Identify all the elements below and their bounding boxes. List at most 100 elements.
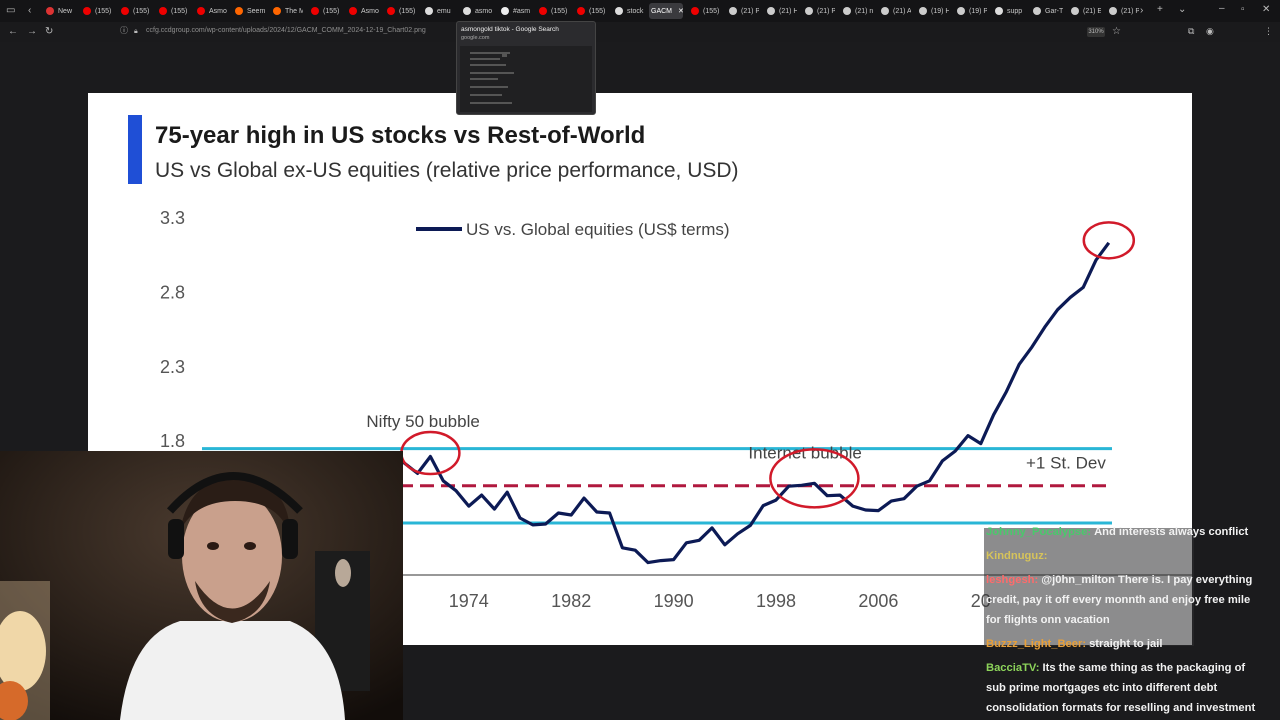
tab-11[interactable]: asmo (461, 3, 493, 19)
tooltip-domain: google.com (461, 35, 490, 41)
x-icon (1033, 7, 1041, 15)
tab-label: (21) P (817, 7, 835, 15)
reload-icon[interactable]: ↻ (45, 27, 53, 37)
tab-5[interactable]: Seem (233, 3, 265, 19)
tab-label: stock (627, 7, 644, 15)
chevron-down-icon[interactable]: ⌄ (1178, 5, 1186, 15)
tab-13[interactable]: (155) (537, 3, 569, 19)
tab-label: (155) (95, 7, 112, 15)
tab-19[interactable]: (21) H (765, 3, 797, 19)
webcam-feed (0, 451, 403, 720)
tooltip-title: asmongold tiktok - Google Search (461, 26, 559, 33)
profile-icon[interactable]: ◉ (1206, 27, 1214, 36)
chat-username[interactable]: BacciaTV: (986, 662, 1039, 674)
tab-18[interactable]: (21) P (727, 3, 759, 19)
x-icon (957, 7, 965, 15)
x-tick-label: 1974 (449, 591, 489, 611)
maximize-icon[interactable]: ▫ (1241, 5, 1245, 15)
tab-4[interactable]: Asmo (195, 3, 227, 19)
x-icon (881, 7, 889, 15)
legend-label: US vs. Global equities (US$ terms) (466, 220, 730, 239)
title-accent-bar (128, 115, 142, 184)
tab-hover-preview: asmongold tiktok - Google Search google.… (456, 21, 596, 115)
tiktok-icon (501, 7, 509, 15)
red-dot-icon (46, 7, 54, 15)
x-icon (843, 7, 851, 15)
tab-label: Gar-T (1045, 7, 1063, 15)
new-tab-icon[interactable]: + (1157, 5, 1163, 15)
tab-label: (155) (551, 7, 568, 15)
tab-label: (21) n (855, 7, 873, 15)
close-window-icon[interactable]: ✕ (1262, 5, 1270, 15)
bookmark-star-icon[interactable]: ☆ (1112, 27, 1121, 37)
tab-12[interactable]: #asm (499, 3, 531, 19)
chat-text: And interests always conflict (1094, 526, 1249, 538)
chat-overlay: Johnny_Pocalypse: And interests always co… (980, 526, 1280, 720)
minimize-icon[interactable]: – (1219, 4, 1225, 14)
tab-28[interactable]: (21) P (1107, 3, 1139, 19)
tab-label: (155) (133, 7, 150, 15)
tab-label: Asmo (209, 7, 227, 15)
tab-7[interactable]: (155) (309, 3, 341, 19)
site-info-icon[interactable]: ⓘ (120, 27, 128, 35)
tooltip-thumbnail (460, 46, 592, 112)
chart-subtitle: US vs Global ex-US equities (relative pr… (155, 159, 739, 182)
back-icon[interactable]: ← (8, 27, 18, 37)
tab-1[interactable]: (155) (81, 3, 113, 19)
google-icon (615, 7, 623, 15)
tab-27[interactable]: (21) E (1069, 3, 1101, 19)
chat-message: Johnny_Pocalypse: And interests always co… (986, 522, 1268, 542)
chat-username[interactable]: Kindnuguz: (986, 550, 1048, 562)
highlight-circle (1082, 221, 1136, 260)
y-tick-label: 2.3 (160, 357, 185, 377)
tab-label: (155) (589, 7, 606, 15)
forward-icon[interactable]: → (27, 27, 37, 37)
tab-21[interactable]: (21) n (841, 3, 873, 19)
tab-scroll-left-icon[interactable]: ‹ (28, 6, 31, 16)
chat-username[interactable]: Buzzz_Light_Beer: (986, 638, 1086, 650)
x-icon (729, 7, 737, 15)
tab-26[interactable]: Gar-T (1031, 3, 1063, 19)
tab-3[interactable]: (155) (157, 3, 189, 19)
tab-label: (155) (323, 7, 340, 15)
x-icon (919, 7, 927, 15)
tab-24[interactable]: (19) P (955, 3, 987, 19)
y-tick-label: 2.8 (160, 282, 185, 302)
extensions-icon[interactable]: ⧉ (1188, 27, 1194, 36)
tab-label: (19) H (931, 7, 949, 15)
tab-8[interactable]: Asmo (347, 3, 379, 19)
tab-17[interactable]: (155) (689, 3, 721, 19)
tab-label: (21) E (1083, 7, 1101, 15)
tab-2[interactable]: (155) (119, 3, 151, 19)
tab-20[interactable]: (21) P (803, 3, 835, 19)
google-icon (463, 7, 471, 15)
tab-label: (155) (399, 7, 416, 15)
tab-9[interactable]: (155) (385, 3, 417, 19)
x-tick-label: 2006 (858, 591, 898, 611)
youtube-icon (159, 7, 167, 15)
url-field[interactable]: ccfg.ccdgroup.com/wp-content/uploads/202… (146, 27, 426, 34)
menu-icon[interactable]: ⋮ (1264, 27, 1273, 36)
chat-message: leshgesh: @j0hn_milton There is. I pay ev… (986, 570, 1268, 630)
chat-message: Buzzz_Light_Beer: straight to jail (986, 634, 1268, 654)
tab-0[interactable]: New (44, 3, 76, 19)
reddit-icon (235, 7, 243, 15)
tab-23[interactable]: (19) H (917, 3, 949, 19)
tab-list-icon[interactable]: ▭ (6, 6, 15, 16)
close-tab-icon[interactable]: ✕ (678, 7, 683, 15)
zoom-level[interactable]: 310% (1087, 27, 1105, 37)
tab-scroll-right-icon[interactable]: › (1140, 6, 1143, 16)
chat-username[interactable]: Johnny_Pocalypse: (986, 526, 1091, 538)
highlight-circle (400, 430, 461, 476)
x-icon (767, 7, 775, 15)
chat-username[interactable]: leshgesh: (986, 574, 1038, 586)
tab-10[interactable]: emu (423, 3, 455, 19)
tab-15[interactable]: stock (613, 3, 645, 19)
tab-14[interactable]: (155) (575, 3, 607, 19)
tab-6[interactable]: The M (271, 3, 303, 19)
tab-label: GACM (651, 7, 672, 15)
tab-16[interactable]: GACM ✕ (649, 3, 683, 19)
tab-label: (155) (703, 7, 720, 15)
tab-25[interactable]: supp (993, 3, 1025, 19)
tab-22[interactable]: (21) A (879, 3, 911, 19)
